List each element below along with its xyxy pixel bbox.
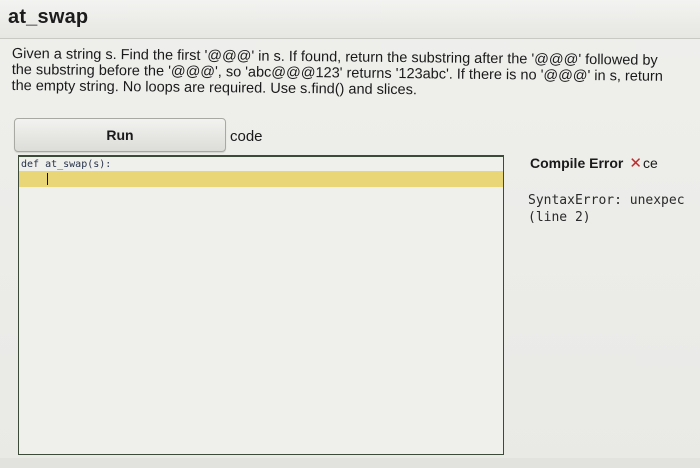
close-icon[interactable]: ✕ (629, 154, 642, 172)
code-line: def at_swap(s): (21, 159, 112, 170)
problem-description: Given a string s. Find the first '@@@' i… (11, 46, 663, 99)
compile-status: Compile Error ✕ce (530, 154, 658, 172)
bottom-strip (0, 458, 700, 468)
error-line: SyntaxError: unexpec (528, 193, 685, 208)
status-suffix: ce (642, 155, 658, 171)
error-message: SyntaxError: unexpec (line 2) (528, 192, 685, 226)
code-label: code (230, 128, 263, 145)
run-button[interactable]: Run (14, 118, 226, 152)
active-line-highlight (19, 171, 503, 187)
coding-bat-page: at_swap Given a string s. Find the first… (0, 0, 700, 468)
text-cursor (47, 173, 48, 185)
compile-error-label: Compile Error (530, 155, 624, 171)
title-bar: at_swap (0, 0, 700, 39)
code-editor[interactable]: def at_swap(s): (18, 155, 504, 455)
error-line-number: (line 2) (528, 210, 591, 225)
problem-title: at_swap (8, 6, 89, 28)
